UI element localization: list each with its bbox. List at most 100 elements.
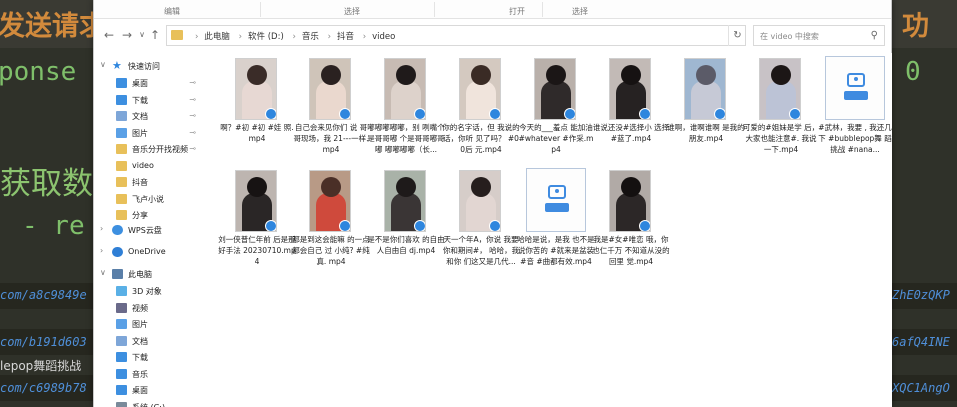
nav-item[interactable]: 飞卢小说 bbox=[94, 192, 202, 206]
address-field[interactable]: ›此电脑 ›软件 (D:) ›音乐 ›抖音 ›video ∨ bbox=[166, 25, 793, 46]
picture-icon bbox=[116, 319, 127, 329]
nav-label: OneDrive bbox=[128, 247, 166, 256]
file-item[interactable]: 今天的___羞点 能加油#whatever #作采.mp4 bbox=[517, 56, 595, 166]
nav-label: 音乐分开找视频 bbox=[132, 145, 188, 154]
refresh-icon[interactable]: ↻ bbox=[728, 25, 746, 46]
up-arrow-icon[interactable]: ↑ bbox=[148, 27, 162, 43]
nav-item[interactable]: 系统 (C:) bbox=[94, 400, 202, 407]
file-name: 哈哈是说，是我 也不是说你苦的 #就来是盆装#音 #曲都有效.mp4 bbox=[517, 235, 595, 266]
file-item[interactable]: 可爱的#姐妹是学 后，大家也能注意#. 我说一下.mp4 bbox=[742, 56, 820, 166]
file-item[interactable]: 嘟嘟嘟嘟嘟，别 咧嘴个是哥哥嘟 个是哥哥嘟哥嘟 嘟嘟嘟嘟（长... bbox=[367, 56, 445, 166]
ribbon: 编辑 选择 打开 选择 bbox=[94, 0, 891, 19]
video-thumbnail bbox=[384, 170, 426, 232]
nav-item[interactable]: 视频 bbox=[94, 301, 202, 315]
pin-icon[interactable]: ⊸ bbox=[189, 95, 196, 104]
nav-item[interactable]: 下载 ⊸ bbox=[94, 93, 202, 107]
nav-item[interactable]: 下载 bbox=[94, 350, 202, 364]
file-item[interactable]: 都是到这会能嘛 的一点都会自己 过 小纯? #纯真. mp4 bbox=[292, 168, 370, 278]
video-thumbnail bbox=[235, 170, 277, 232]
nav-item[interactable]: 桌面 bbox=[94, 383, 202, 397]
nav-quick-access[interactable]: ∨ ★ 快速访问 bbox=[94, 59, 202, 73]
pin-icon[interactable]: ⊸ bbox=[189, 144, 196, 153]
pin-icon[interactable]: ⊸ bbox=[189, 78, 196, 87]
video-thumbnail bbox=[309, 170, 351, 232]
chevron-right-icon[interactable]: › bbox=[100, 246, 103, 255]
file-item[interactable]: 啊？#初 #初 #娃 照.mp4 bbox=[218, 56, 296, 166]
nav-onedrive[interactable]: › OneDrive bbox=[94, 245, 202, 259]
nav-item[interactable]: 文档 ⊸ bbox=[94, 109, 202, 123]
computer-icon bbox=[112, 269, 123, 279]
back-arrow-icon[interactable]: ← bbox=[102, 27, 116, 43]
ribbon-group-label[interactable]: 选择 bbox=[572, 6, 588, 17]
console-url-right: 6afQ4INE bbox=[892, 335, 950, 349]
video-thumbnail bbox=[609, 170, 651, 232]
file-item[interactable]: 哈哈是说，是我 也不是说你苦的 #就来是盆装#音 #曲都有效.mp4 bbox=[517, 168, 595, 278]
nav-wps-cloud[interactable]: › WPS云盘 bbox=[94, 223, 202, 237]
file-item[interactable]: 谁说还没#选择小 选择 #蓝了.mp4 bbox=[592, 56, 670, 166]
sync-status-icon bbox=[265, 220, 276, 231]
nav-item[interactable]: 图片 bbox=[94, 317, 202, 331]
video-thumbnail bbox=[534, 58, 576, 120]
chevron-down-icon[interactable]: ∨ bbox=[100, 268, 106, 277]
desktop-icon bbox=[116, 385, 127, 395]
file-item[interactable]: 是不是你们喜欢 的自由人自由自 dj.mp4 bbox=[367, 168, 445, 278]
forward-arrow-icon[interactable]: → bbox=[120, 27, 134, 43]
nav-item[interactable]: 音乐 bbox=[94, 367, 202, 381]
breadcrumb-item[interactable]: 此电脑 bbox=[204, 32, 230, 42]
file-item[interactable]: 谁啊，谁啊谁啊 是我的朋友.mp4 bbox=[667, 56, 745, 166]
sync-status-icon bbox=[639, 220, 650, 231]
recent-dropdown-icon[interactable]: ∨ bbox=[135, 27, 149, 43]
nav-item[interactable]: 抖音 bbox=[94, 175, 202, 189]
video-file-icon bbox=[825, 56, 885, 120]
file-item[interactable]: 自己会来见你们 说 哥哥现场，我 21---一样.mp4 bbox=[292, 56, 370, 166]
file-name: 啊？#初 #初 #娃 照.mp4 bbox=[220, 123, 294, 143]
nav-label: 系统 (C:) bbox=[132, 402, 166, 407]
video-icon bbox=[116, 302, 127, 313]
ribbon-group-label[interactable]: 编辑 bbox=[164, 6, 180, 17]
breadcrumb-item[interactable]: video bbox=[372, 32, 395, 42]
pin-icon[interactable]: ⊸ bbox=[189, 111, 196, 120]
file-name: 谁说还没#选择小 选择 #蓝了.mp4 bbox=[592, 123, 670, 143]
nav-item[interactable]: 音乐分开找视频 ⊸ bbox=[94, 142, 202, 156]
file-item[interactable]: #武林，我要 , 我还几下 #bubblepop舞 蹈挑战 #nana... bbox=[816, 56, 894, 166]
search-placeholder: 在 video 中搜索 bbox=[760, 32, 819, 41]
folder-icon bbox=[116, 144, 127, 154]
nav-item[interactable]: 文档 bbox=[94, 334, 202, 348]
nav-item[interactable]: 桌面 ⊸ bbox=[94, 76, 202, 90]
file-name: #武林，我要 , 我还几下 #bubblepop舞 蹈挑战 #nana... bbox=[818, 123, 892, 154]
file-name: 自己会来见你们 说 哥哥现场，我 21---一样.mp4 bbox=[293, 123, 369, 154]
file-item[interactable]: 刘一侠普仁年前 后是那好手法 20230710.mp4 bbox=[218, 168, 296, 278]
nav-item[interactable]: video bbox=[94, 159, 202, 173]
navigation-pane: ∨ ★ 快速访问 桌面 ⊸ 下载 ⊸ 文档 ⊸ 图片 ⊸ 音乐分开找视频 ⊸ video 抖音 飞卢小说… bbox=[94, 53, 202, 407]
chevron-down-icon[interactable]: ∨ bbox=[100, 60, 106, 69]
console-url: com/b191d603 bbox=[0, 335, 87, 349]
ribbon-group-label[interactable]: 选择 bbox=[344, 6, 360, 17]
breadcrumb: › 此电脑 › 软件 (D:) › 音乐 › 抖音 › video bbox=[195, 32, 396, 42]
nav-this-pc[interactable]: ∨ 此电脑 bbox=[94, 267, 202, 281]
search-box[interactable]: 在 video 中搜索 ⚲ bbox=[753, 25, 885, 46]
sync-status-icon bbox=[639, 108, 650, 119]
file-grid: 啊？#初 #初 #娃 照.mp4 自己会来见你们 说 哥哥现场，我 21---一样… bbox=[202, 53, 892, 407]
nav-label: 桌面 bbox=[132, 79, 148, 88]
ribbon-group-label[interactable]: 打开 bbox=[509, 6, 525, 17]
nav-item[interactable]: 分享 bbox=[94, 208, 202, 222]
console-big-text: 获取数 bbox=[0, 166, 93, 202]
file-item[interactable]: 天一个年A，你说 我要你和期间#， 哈哈，我和你 们这又是几代... bbox=[442, 168, 520, 278]
video-thumbnail bbox=[309, 58, 351, 120]
nav-label: 快速访问 bbox=[128, 62, 160, 71]
console-url-right: XQC1AngO bbox=[892, 381, 950, 395]
onedrive-icon bbox=[112, 247, 123, 257]
breadcrumb-item[interactable]: 音乐 bbox=[302, 32, 319, 42]
star-icon: ★ bbox=[112, 59, 122, 72]
chevron-right-icon[interactable]: › bbox=[100, 224, 103, 233]
breadcrumb-item[interactable]: 抖音 bbox=[337, 32, 354, 42]
pin-icon[interactable]: ⊸ bbox=[189, 128, 196, 137]
nav-item[interactable]: 3D 对象 bbox=[94, 284, 202, 298]
folder-icon bbox=[116, 210, 127, 220]
file-item[interactable]: 你的名字话，但 我说的话，你听 见了吗？ #00后 元.mp4 bbox=[442, 56, 520, 166]
file-type-tag-icon bbox=[545, 203, 569, 212]
video-thumbnail bbox=[384, 58, 426, 120]
nav-item[interactable]: 图片 ⊸ bbox=[94, 126, 202, 140]
breadcrumb-item[interactable]: 软件 (D:) bbox=[248, 32, 284, 42]
file-item[interactable]: 我是#女#唯恋 哦，你也仁千万 不知道从没的回里 觉.mp4 bbox=[592, 168, 670, 278]
